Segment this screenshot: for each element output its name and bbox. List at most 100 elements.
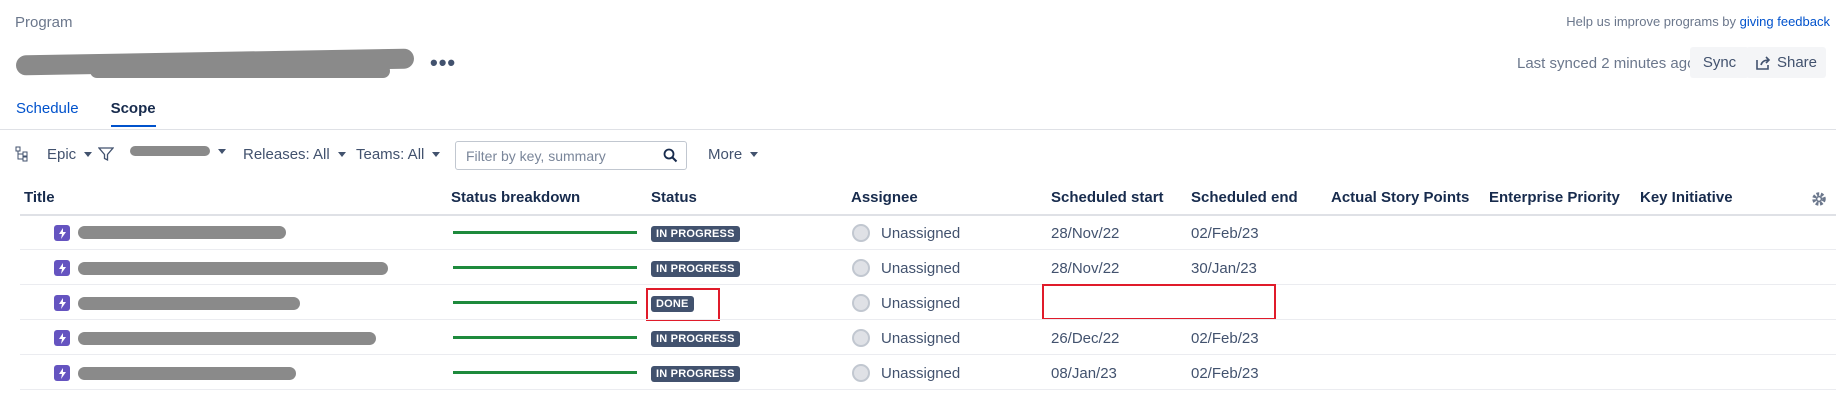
column-header-status-breakdown[interactable]: Status breakdown xyxy=(451,189,580,206)
epic-icon xyxy=(54,365,70,381)
hierarchy-button[interactable] xyxy=(15,146,29,162)
releases-dropdown[interactable]: Releases: All xyxy=(243,146,346,163)
chevron-down-icon xyxy=(750,152,759,157)
scheduled-start-value[interactable]: 26/Dec/22 xyxy=(1051,330,1119,347)
status-breakdown-bar xyxy=(453,301,637,304)
filter-value-redacted xyxy=(130,146,210,156)
scheduled-start-value[interactable]: 08/Jan/23 xyxy=(1051,365,1117,382)
more-dropdown[interactable]: More xyxy=(708,146,759,163)
more-actions-button[interactable]: ••• xyxy=(430,50,456,76)
last-synced-text: Last synced 2 minutes ago xyxy=(1517,55,1696,72)
status-lozenge: DONE xyxy=(651,296,694,312)
lightning-icon xyxy=(58,227,66,239)
column-header-title[interactable]: Title xyxy=(24,189,55,206)
search-input[interactable] xyxy=(464,147,658,165)
tabs-divider xyxy=(0,129,1836,130)
row-divider xyxy=(20,354,1836,355)
lightning-icon xyxy=(58,262,66,274)
more-label: More xyxy=(708,146,743,163)
view-tabs: Schedule Scope xyxy=(16,100,156,127)
issue-title-redacted[interactable] xyxy=(78,367,296,380)
scheduled-end-value[interactable]: 02/Feb/23 xyxy=(1191,330,1259,347)
filter-button[interactable] xyxy=(98,146,114,162)
tab-scope[interactable]: Scope xyxy=(110,100,156,127)
column-header-scheduled-end[interactable]: Scheduled end xyxy=(1191,189,1298,206)
status-cell[interactable]: IN PROGRESS xyxy=(651,329,740,347)
issue-title-redacted[interactable] xyxy=(78,262,388,275)
teams-dropdown[interactable]: Teams: All xyxy=(356,146,441,163)
feedback-text: Help us improve programs by giving feedb… xyxy=(1566,14,1830,29)
column-header-assignee[interactable]: Assignee xyxy=(851,189,918,206)
filter-value-dropdown[interactable] xyxy=(130,146,226,156)
giving-feedback-link[interactable]: giving feedback xyxy=(1740,14,1830,29)
issue-title-redacted[interactable] xyxy=(78,332,376,345)
status-cell[interactable]: IN PROGRESS xyxy=(651,259,740,277)
epic-icon xyxy=(54,225,70,241)
issue-type-label: Epic xyxy=(47,146,77,163)
teams-label: Teams: All xyxy=(356,146,425,163)
chevron-down-icon xyxy=(432,152,441,157)
feedback-prefix: Help us improve programs by xyxy=(1566,14,1740,29)
assignee-value[interactable]: Unassigned xyxy=(881,330,960,347)
issue-title-redacted[interactable] xyxy=(78,226,286,239)
page-title-redacted-fragment xyxy=(90,64,390,78)
share-label: Share xyxy=(1776,54,1818,71)
sync-button[interactable]: Sync xyxy=(1690,47,1749,78)
status-cell[interactable]: IN PROGRESS xyxy=(651,224,740,242)
epic-icon xyxy=(54,330,70,346)
epic-icon xyxy=(54,295,70,311)
assignee-value[interactable]: Unassigned xyxy=(881,365,960,382)
chevron-down-icon xyxy=(218,148,226,154)
row-divider xyxy=(20,389,1836,390)
filter-icon xyxy=(98,147,114,162)
breadcrumb[interactable]: Program xyxy=(15,14,73,31)
hierarchy-icon xyxy=(15,146,28,162)
status-lozenge: IN PROGRESS xyxy=(651,261,740,277)
more-horizontal-icon: ••• xyxy=(430,50,457,75)
releases-label: Releases: All xyxy=(243,146,330,163)
column-header-scheduled-start[interactable]: Scheduled start xyxy=(1051,189,1164,206)
gear-icon xyxy=(1812,192,1826,206)
share-icon xyxy=(1756,55,1771,70)
status-lozenge: IN PROGRESS xyxy=(651,331,740,347)
assignee-value[interactable]: Unassigned xyxy=(881,225,960,242)
tab-schedule[interactable]: Schedule xyxy=(16,100,79,127)
lightning-icon xyxy=(58,367,66,379)
assignee-value[interactable]: Unassigned xyxy=(881,260,960,277)
search-field[interactable] xyxy=(455,141,687,170)
chevron-down-icon xyxy=(337,152,346,157)
column-header-enterprise-priority[interactable]: Enterprise Priority xyxy=(1489,189,1620,206)
issue-title-redacted[interactable] xyxy=(78,297,300,310)
status-lozenge: IN PROGRESS xyxy=(651,366,740,382)
scheduled-end-value[interactable]: 02/Feb/23 xyxy=(1191,365,1259,382)
scheduled-start-value[interactable]: 28/Nov/22 xyxy=(1051,260,1119,277)
row-divider xyxy=(20,249,1836,250)
status-breakdown-bar xyxy=(453,231,637,234)
column-header-key-initiative[interactable]: Key Initiative xyxy=(1640,189,1733,206)
status-breakdown-bar xyxy=(453,266,637,269)
scheduled-start-value[interactable]: 28/Nov/22 xyxy=(1051,225,1119,242)
sync-label: Sync xyxy=(1702,54,1737,71)
scheduled-end-value[interactable]: 30/Jan/23 xyxy=(1191,260,1257,277)
status-cell[interactable]: DONE xyxy=(651,294,694,312)
search-icon[interactable] xyxy=(663,148,678,163)
lightning-icon xyxy=(58,297,66,309)
avatar xyxy=(852,294,870,312)
assignee-value[interactable]: Unassigned xyxy=(881,295,960,312)
schedule-highlight-box xyxy=(1042,284,1276,320)
share-button[interactable]: Share xyxy=(1746,47,1826,78)
issue-type-dropdown[interactable]: Epic xyxy=(47,146,93,163)
avatar xyxy=(852,364,870,382)
row-divider xyxy=(20,319,1836,320)
table-header-divider xyxy=(20,214,1836,216)
status-lozenge: IN PROGRESS xyxy=(651,226,740,242)
epic-icon xyxy=(54,260,70,276)
avatar xyxy=(852,329,870,347)
column-settings-button[interactable] xyxy=(1810,190,1828,213)
avatar xyxy=(852,259,870,277)
status-cell[interactable]: IN PROGRESS xyxy=(651,364,740,382)
column-header-actual-story-points[interactable]: Actual Story Points xyxy=(1331,189,1469,206)
scheduled-end-value[interactable]: 02/Feb/23 xyxy=(1191,225,1259,242)
status-breakdown-bar xyxy=(453,371,637,374)
column-header-status[interactable]: Status xyxy=(651,189,697,206)
